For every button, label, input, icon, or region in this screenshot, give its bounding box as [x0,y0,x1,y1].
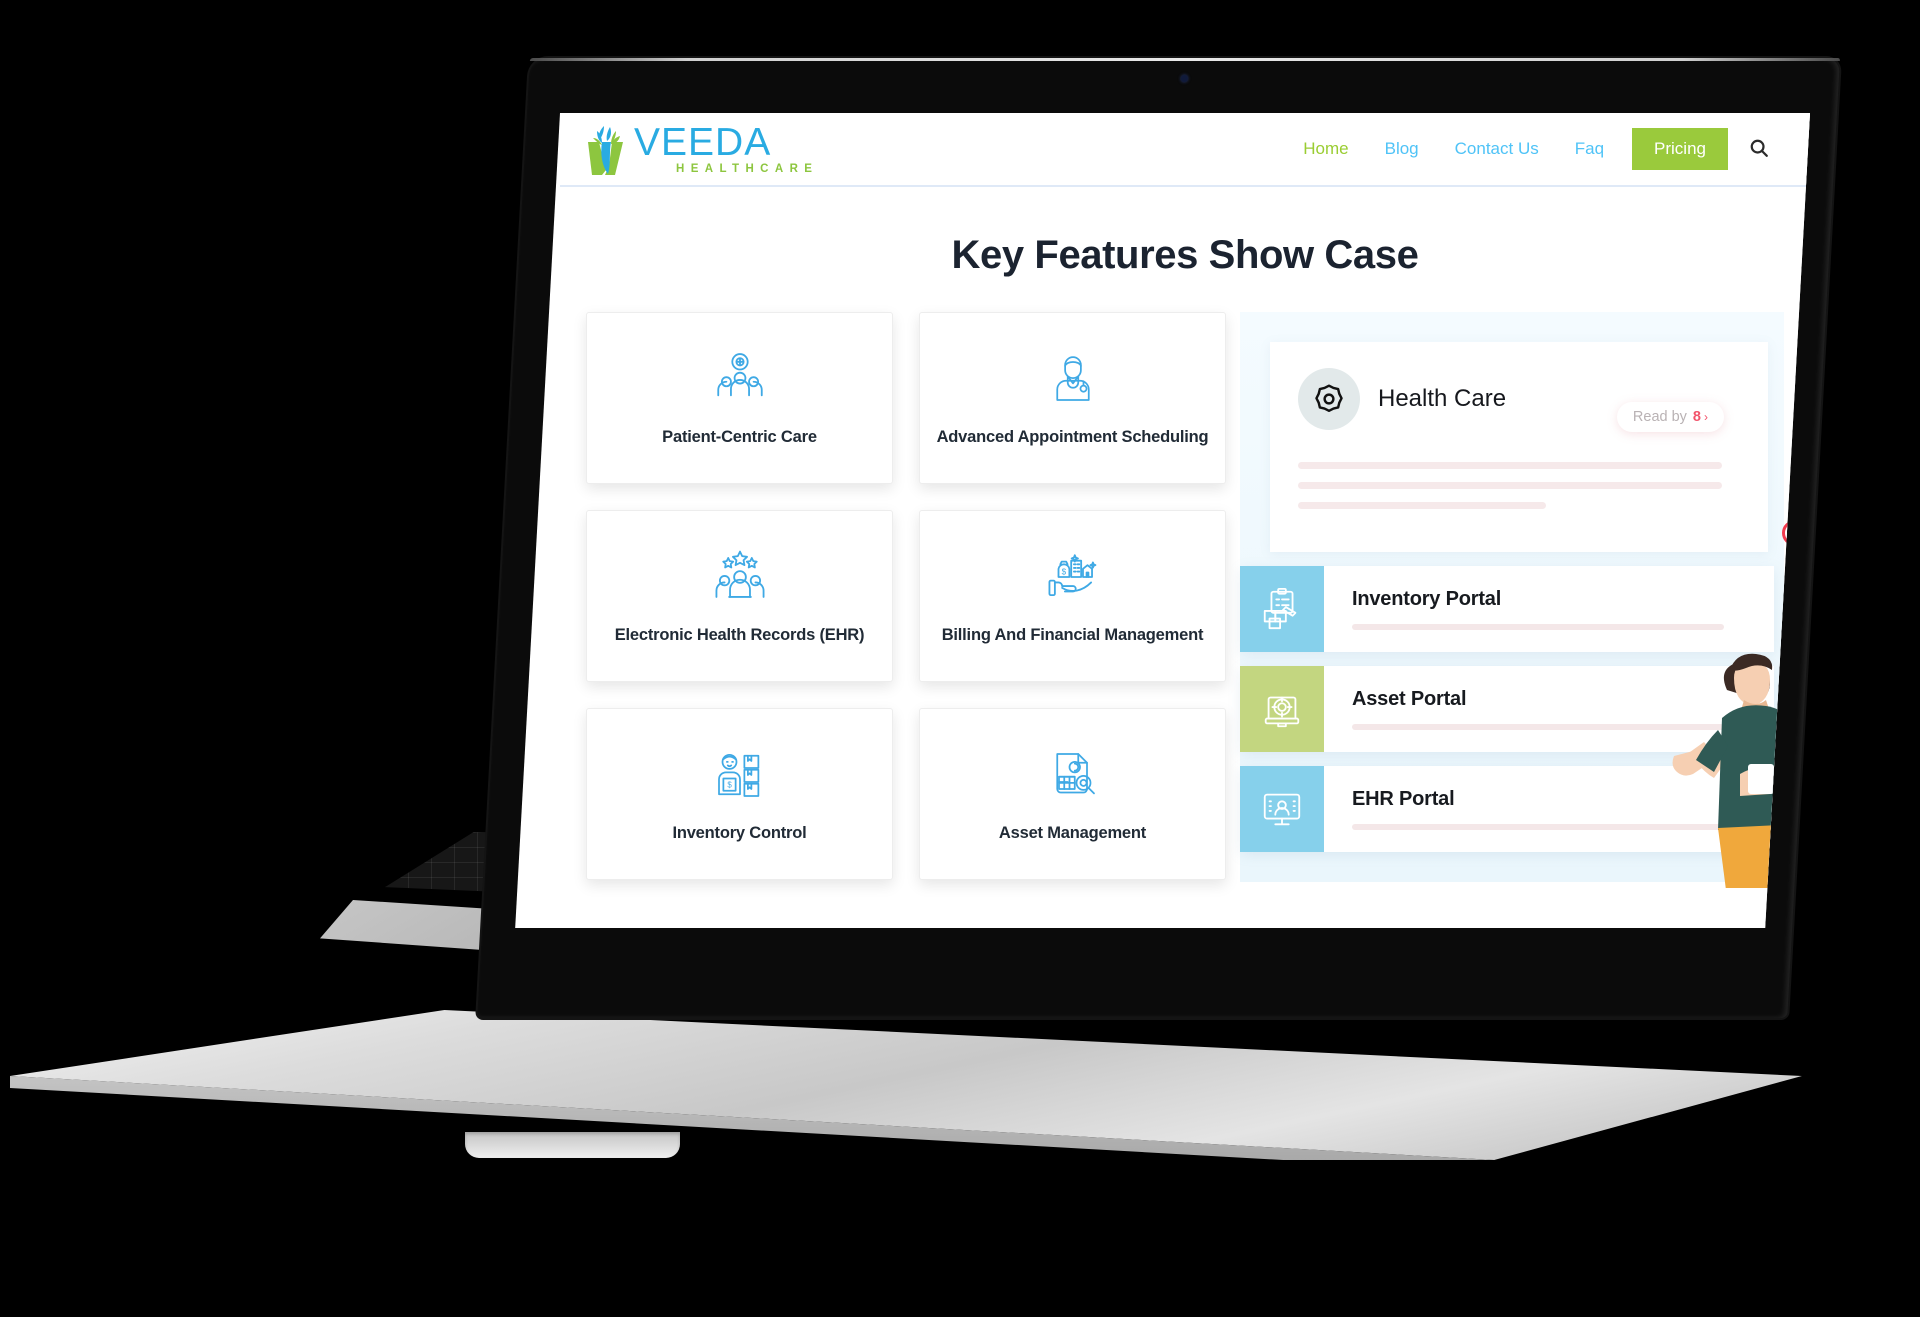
people-stars-icon [711,546,769,608]
hand-money-building-icon: $ [1044,546,1102,608]
page-title: Key Features Show Case [951,233,1419,277]
feature-card-inventory-control[interactable]: $ Inventory Control [586,708,893,880]
brand-wordmark: VEEDA HEALTHCARE [634,120,819,176]
feature-card-asset-management[interactable]: Asset Management [919,708,1226,880]
brand-tagline: HEALTHCARE [676,162,819,175]
portals-panel: Health Care Read by 8 › Inventory Portal… [1240,312,1810,890]
placeholder-line [1298,482,1723,489]
feature-title: Billing And Financial Management [941,625,1204,644]
laptop-base [10,1010,1820,1160]
features-grid: Patient-Centric Care Advanced Appointmen… [586,312,1226,880]
brand-logo[interactable]: VEEDA HEALTHCARE [578,120,819,176]
portal-underline [1352,824,1725,830]
svg-text:$: $ [1061,567,1066,576]
feature-title: Inventory Control [672,823,807,842]
health-care-header: Health Care Read by 8 › [1298,368,1740,432]
brand-name: VEEDA [634,120,772,164]
site-header: VEEDA HEALTHCARE Home Blog Contact Us Fa… [560,113,1810,187]
health-care-title: Health Care [1378,385,1507,412]
clipboard-boxes-icon [1240,566,1324,652]
pricing-button[interactable]: Pricing [1632,128,1728,170]
feature-title: Electronic Health Records (EHR) [614,625,865,644]
lid-edge-highlight [529,58,1841,61]
feature-card-electronic-health-records[interactable]: Electronic Health Records (EHR) [586,510,893,682]
document-magnifier-icon [1045,744,1101,806]
laptop-mockup: VEEDA HEALTHCARE Home Blog Contact Us Fa… [0,0,1920,1317]
feature-card-patient-centric-care[interactable]: Patient-Centric Care [586,312,893,484]
feature-card-billing-and-financial-management[interactable]: $ Billing And Financial Management [919,510,1226,682]
projector-icon [1240,666,1324,752]
search-icon [1748,137,1770,162]
webcam-dot [1180,75,1189,82]
nav-item-blog[interactable]: Blog [1367,139,1437,159]
chevron-right-icon: › [1704,410,1708,424]
read-by-label: Read by [1632,409,1687,425]
page-content: Patient-Centric Care Advanced Appointmen… [560,312,1810,890]
features-column: Patient-Centric Care Advanced Appointmen… [586,312,1226,880]
laptop-lid-notch [465,1132,680,1158]
read-by-count: 8 [1692,409,1701,425]
placeholder-text-lines [1298,462,1740,509]
laptop-screen: VEEDA HEALTHCARE Home Blog Contact Us Fa… [515,113,1810,928]
worker-boxes-icon: $ [712,744,768,806]
doctor-stethoscope-icon [1045,348,1101,410]
nav-item-contact-us[interactable]: Contact Us [1437,139,1557,159]
veeda-logo-icon [578,122,634,176]
portal-underline [1352,624,1725,630]
feature-title: Asset Management [998,823,1147,842]
feature-title: Advanced Appointment Scheduling [936,427,1209,446]
nav-item-home[interactable]: Home [1285,139,1366,159]
gear-icon [1298,368,1360,430]
nav-item-faq[interactable]: Faq [1557,139,1622,159]
read-by-badge[interactable]: Read by 8 › [1616,402,1724,432]
main-navigation: Home Blog Contact Us Faq Pricing [1285,128,1774,170]
health-care-card[interactable]: Health Care Read by 8 › [1270,342,1768,552]
people-shield-icon [711,348,769,410]
feature-card-advanced-appointment-scheduling[interactable]: Advanced Appointment Scheduling [919,312,1226,484]
svg-text:$: $ [727,780,732,789]
monitor-user-icon [1240,766,1324,852]
placeholder-line [1298,462,1723,469]
website-viewport: VEEDA HEALTHCARE Home Blog Contact Us Fa… [560,113,1810,928]
feature-title: Patient-Centric Care [662,427,817,446]
portal-name: Inventory Portal [1352,588,1502,610]
portal-underline [1352,724,1725,730]
search-button[interactable] [1744,133,1774,166]
screenshot-stage: VEEDA HEALTHCARE Home Blog Contact Us Fa… [0,0,1920,1317]
placeholder-line [1298,502,1546,509]
